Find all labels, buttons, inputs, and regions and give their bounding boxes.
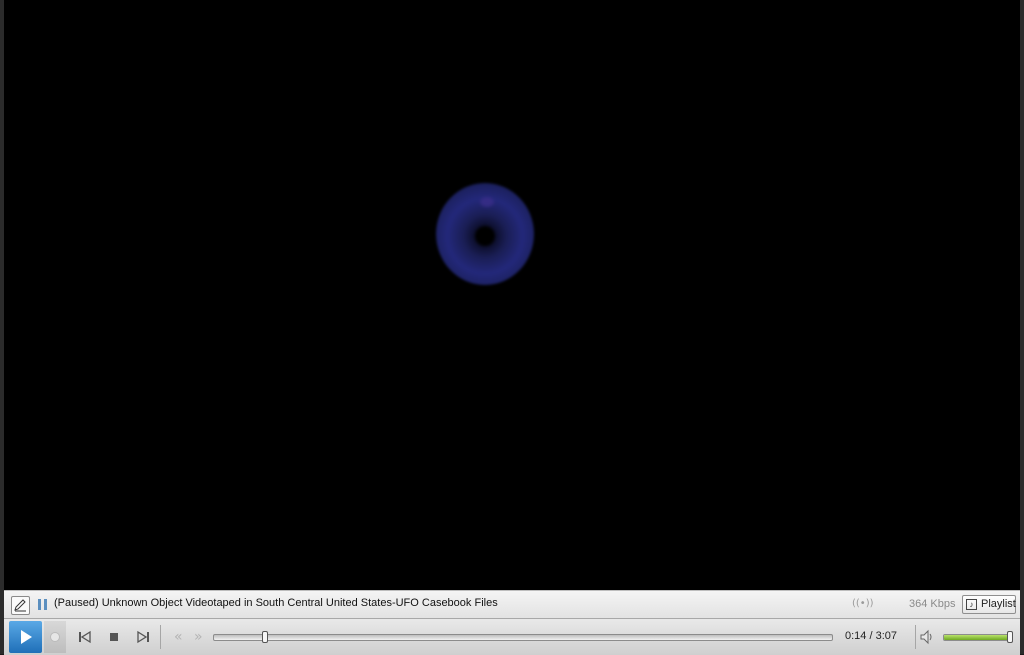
pause-icon [38,599,48,610]
record-button[interactable] [44,621,66,653]
stream-icon: ((•)) [852,598,874,609]
now-playing-status: (Paused) Unknown Object Videotaped in So… [54,597,498,609]
volume-thumb[interactable] [1006,631,1013,643]
next-track-icon [137,630,149,644]
play-button[interactable] [9,621,42,653]
pencil-icon[interactable] [11,596,30,615]
speaker-icon[interactable] [918,628,938,646]
divider [915,625,916,649]
status-bar: (Paused) Unknown Object Videotaped in So… [4,590,1020,619]
player-window: (Paused) Unknown Object Videotaped in So… [0,0,1024,655]
rewind-button[interactable]: « [174,629,183,645]
seek-bar[interactable] [213,631,833,643]
stop-icon [110,633,118,641]
playlist-label: Playlist [981,598,1016,610]
volume-slider[interactable] [943,631,1013,643]
previous-track-button[interactable] [76,628,94,646]
fast-forward-button[interactable]: » [194,629,203,645]
previous-track-icon [79,630,91,644]
volume-level [944,635,1010,640]
stop-button[interactable] [105,628,123,646]
video-display[interactable] [4,0,1020,590]
playlist-icon: ♪ [966,599,977,610]
video-frame-object [436,183,534,285]
time-display: 0:14 / 3:07 [845,630,897,642]
next-track-button[interactable] [134,628,152,646]
control-bar: « » 0:14 / 3:07 [4,618,1020,655]
bitrate-label: 364 Kbps [909,598,956,610]
divider [160,625,161,649]
seek-thumb[interactable] [261,631,268,643]
playlist-button[interactable]: ♪ Playlist [962,595,1016,614]
